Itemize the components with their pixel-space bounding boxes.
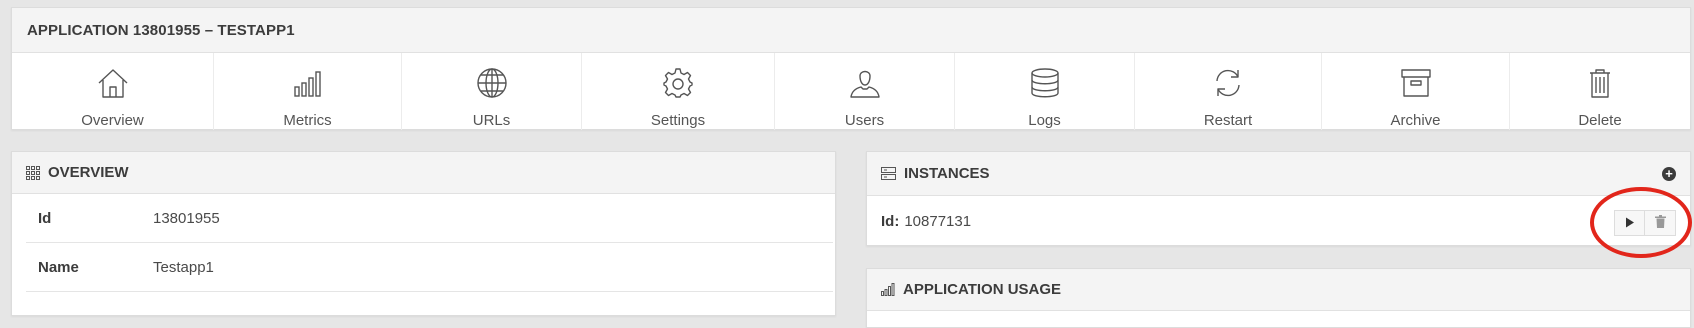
overview-header: OVERVIEW bbox=[12, 152, 835, 194]
instances-panel: INSTANCES + Id: 10877131 bbox=[866, 151, 1691, 246]
instance-actions bbox=[1614, 210, 1676, 236]
trash-icon bbox=[1654, 214, 1666, 232]
row-key: Name bbox=[26, 242, 152, 292]
toolbar-label: Logs bbox=[1028, 112, 1061, 129]
toolbar-label: Settings bbox=[650, 112, 706, 129]
home-icon bbox=[96, 66, 130, 105]
instances-header: INSTANCES + bbox=[867, 152, 1690, 196]
bar-chart-icon bbox=[881, 283, 895, 296]
database-icon bbox=[1028, 66, 1062, 105]
plus-circle-icon[interactable]: + bbox=[1662, 167, 1676, 181]
toolbar-label: URLs bbox=[472, 112, 511, 129]
instance-row: Id: 10877131 bbox=[867, 196, 1690, 246]
table-row: Id 13801955 bbox=[26, 194, 833, 243]
toolbar-label: Archive bbox=[1390, 112, 1441, 129]
toolbar-logs-button[interactable]: Logs bbox=[955, 53, 1135, 130]
toolbar-label: Metrics bbox=[283, 112, 332, 129]
delete-instance-button[interactable] bbox=[1645, 210, 1676, 236]
usage-title: APPLICATION USAGE bbox=[903, 281, 1062, 298]
play-icon bbox=[1625, 215, 1635, 232]
toolbar-urls-button[interactable]: URLs bbox=[402, 53, 582, 130]
start-instance-button[interactable] bbox=[1614, 210, 1645, 236]
usage-header: APPLICATION USAGE bbox=[867, 269, 1690, 311]
toolbar-label: Users bbox=[844, 112, 885, 129]
instance-id-value: 10877131 bbox=[904, 212, 972, 230]
instances-title: INSTANCES bbox=[904, 165, 990, 182]
application-title: APPLICATION 13801955 – TESTAPP1 bbox=[12, 8, 1690, 53]
toolbar-archive-button[interactable]: Archive bbox=[1322, 53, 1510, 130]
row-value: 13801955 bbox=[152, 194, 833, 243]
instance-id-label: Id: bbox=[881, 212, 900, 230]
archive-icon bbox=[1399, 66, 1433, 105]
globe-icon bbox=[475, 66, 509, 105]
toolbar-users-button[interactable]: Users bbox=[775, 53, 955, 130]
toolbar-overview-button[interactable]: Overview bbox=[12, 53, 214, 130]
table-row: Name Testapp1 bbox=[26, 242, 833, 292]
user-icon bbox=[848, 66, 882, 105]
trash-icon bbox=[1583, 66, 1617, 105]
refresh-icon bbox=[1211, 66, 1245, 105]
grid-icon bbox=[26, 165, 40, 180]
server-icon bbox=[881, 167, 896, 180]
gear-icon bbox=[661, 66, 695, 105]
row-value: Testapp1 bbox=[152, 242, 833, 292]
row-key: Id bbox=[26, 194, 152, 243]
overview-panel: OVERVIEW Id 13801955 Name Testapp1 bbox=[11, 151, 836, 316]
bar-chart-icon bbox=[291, 66, 325, 105]
overview-table: Id 13801955 Name Testapp1 bbox=[26, 194, 833, 292]
application-toolbar: Overview Metrics URLs Settings Users Log… bbox=[12, 53, 1690, 130]
toolbar-metrics-button[interactable]: Metrics bbox=[214, 53, 402, 130]
application-usage-panel: APPLICATION USAGE bbox=[866, 268, 1691, 328]
toolbar-settings-button[interactable]: Settings bbox=[582, 53, 775, 130]
toolbar-label: Overview bbox=[81, 112, 144, 129]
application-header-panel: APPLICATION 13801955 – TESTAPP1 Overview… bbox=[11, 7, 1691, 130]
toolbar-delete-button[interactable]: Delete bbox=[1510, 53, 1690, 130]
toolbar-label: Delete bbox=[1578, 112, 1622, 129]
overview-title: OVERVIEW bbox=[48, 164, 129, 181]
toolbar-label: Restart bbox=[1203, 112, 1253, 129]
toolbar-restart-button[interactable]: Restart bbox=[1135, 53, 1322, 130]
